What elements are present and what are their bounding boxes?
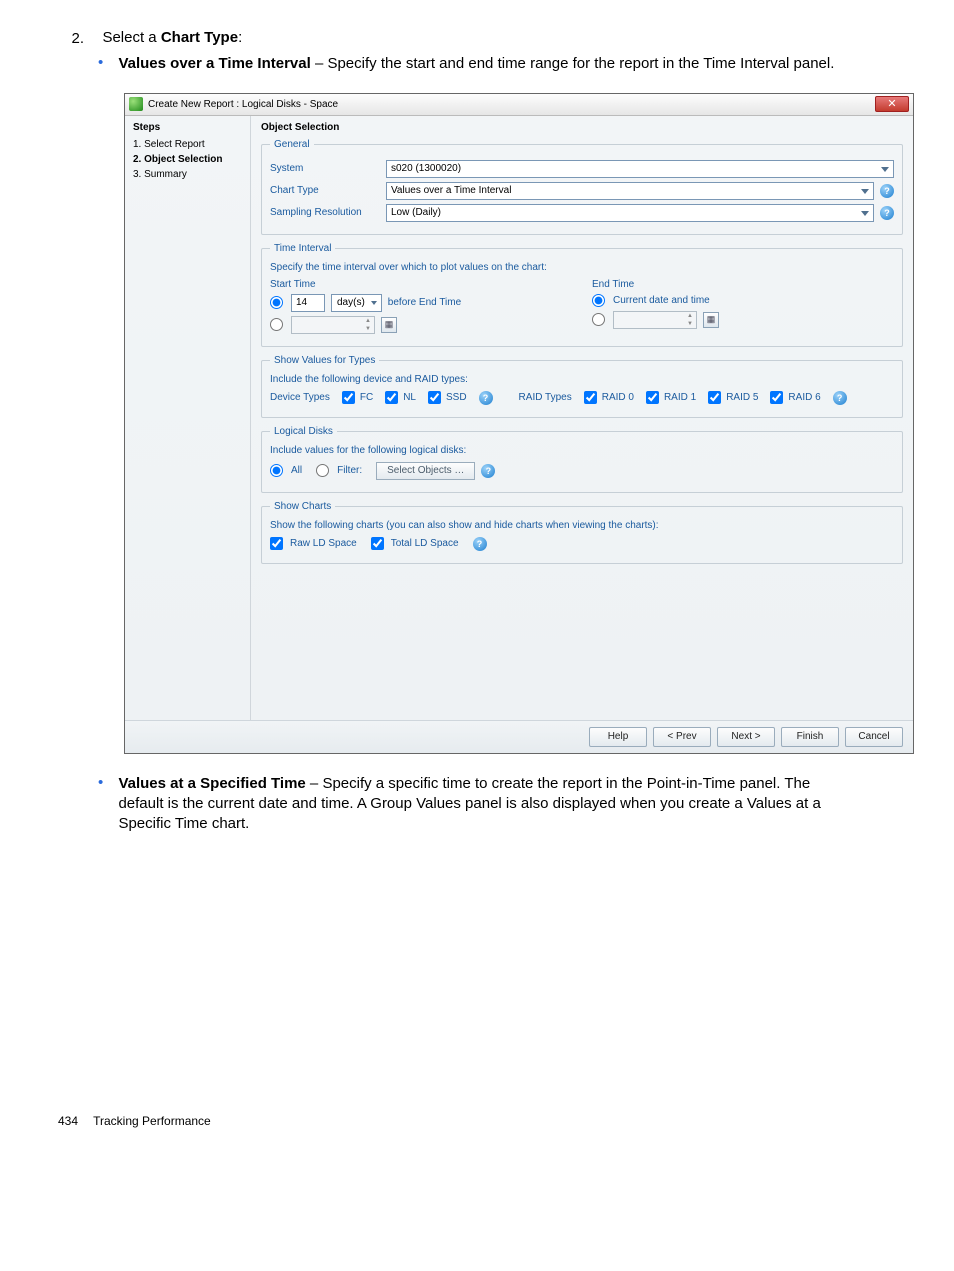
end-date-spinner[interactable]: ▲▼ [613, 311, 697, 329]
end-absolute-radio[interactable] [592, 313, 605, 326]
titlebar: Create New Report : Logical Disks - Spac… [125, 94, 913, 116]
bullet-text: Values over a Time Interval – Specify th… [118, 54, 838, 74]
logical-filter-radio[interactable] [316, 464, 329, 477]
panel-header: Object Selection [261, 122, 903, 133]
finish-button[interactable]: Finish [781, 727, 839, 747]
raid1-checkbox[interactable] [646, 391, 659, 404]
help-icon[interactable]: ? [481, 464, 495, 478]
start-time-label: Start Time [270, 279, 572, 290]
help-icon[interactable]: ? [833, 391, 847, 405]
wizard-step[interactable]: 3. Summary [133, 167, 242, 182]
logical-all-radio[interactable] [270, 464, 283, 477]
raid5-checkbox[interactable] [708, 391, 721, 404]
group-desc: Specify the time interval over which to … [270, 262, 894, 273]
chart-type-combo[interactable]: Values over a Time Interval [386, 182, 874, 200]
wizard-step[interactable]: 2. Object Selection [133, 152, 242, 167]
step-line: Select a Chart Type: [102, 28, 882, 48]
system-combo[interactable]: s020 (1300020) [386, 160, 894, 178]
raid-types-label: RAID Types [519, 392, 572, 403]
start-absolute-radio[interactable] [270, 318, 283, 331]
bullet-icon: • [98, 54, 114, 71]
end-current-radio[interactable] [592, 294, 605, 307]
group-general: General System s020 (1300020) Chart Type… [261, 139, 903, 235]
cancel-button[interactable]: Cancel [845, 727, 903, 747]
start-relative-radio[interactable] [270, 296, 283, 309]
group-legend: Show Charts [270, 501, 335, 512]
field-label: Chart Type [270, 185, 380, 196]
bullet-text: Values at a Specified Time – Specify a s… [118, 774, 838, 835]
section-title: Tracking Performance [93, 1114, 211, 1128]
group-legend: Logical Disks [270, 426, 337, 437]
raid6-checkbox[interactable] [770, 391, 783, 404]
field-label: System [270, 163, 380, 174]
calendar-icon[interactable]: ▦ [703, 312, 719, 328]
group-time-interval: Time Interval Specify the time interval … [261, 243, 903, 347]
total-ld-checkbox[interactable] [371, 537, 384, 550]
wizard-step[interactable]: 1. Select Report [133, 137, 242, 152]
group-desc: Show the following charts (you can also … [270, 520, 894, 531]
raw-ld-checkbox[interactable] [270, 537, 283, 550]
group-desc: Include values for the following logical… [270, 445, 894, 456]
step-number: 2. [58, 30, 84, 47]
help-button[interactable]: Help [589, 727, 647, 747]
help-icon[interactable]: ? [479, 391, 493, 405]
help-icon[interactable]: ? [880, 184, 894, 198]
group-types: Show Values for Types Include the follow… [261, 355, 903, 418]
bullet-icon: • [98, 774, 114, 791]
end-time-label: End Time [592, 279, 894, 290]
close-button[interactable]: ✕ [875, 96, 909, 112]
group-legend: General [270, 139, 314, 150]
group-show-charts: Show Charts Show the following charts (y… [261, 501, 903, 564]
raid0-checkbox[interactable] [584, 391, 597, 404]
device-types-label: Device Types [270, 392, 330, 403]
group-logical-disks: Logical Disks Include values for the fol… [261, 426, 903, 493]
steps-sidebar: Steps 1. Select Report 2. Object Selecti… [125, 116, 251, 720]
dialog-footer: Help < Prev Next > Finish Cancel [125, 720, 913, 753]
device-ssd-checkbox[interactable] [428, 391, 441, 404]
field-label: Sampling Resolution [270, 207, 380, 218]
before-end-label: before End Time [388, 297, 461, 308]
app-icon [129, 97, 143, 111]
window-title: Create New Report : Logical Disks - Spac… [148, 99, 875, 110]
group-legend: Time Interval [270, 243, 335, 254]
sampling-combo[interactable]: Low (Daily) [386, 204, 874, 222]
device-fc-checkbox[interactable] [342, 391, 355, 404]
next-button[interactable]: Next > [717, 727, 775, 747]
group-legend: Show Values for Types [270, 355, 379, 366]
start-date-spinner[interactable]: ▲▼ [291, 316, 375, 334]
days-input[interactable] [291, 294, 325, 312]
page-number: 434 [58, 1114, 90, 1128]
page-footer: 434 Tracking Performance [58, 1114, 896, 1128]
device-nl-checkbox[interactable] [385, 391, 398, 404]
help-icon[interactable]: ? [473, 537, 487, 551]
group-desc: Include the following device and RAID ty… [270, 374, 894, 385]
help-icon[interactable]: ? [880, 206, 894, 220]
prev-button[interactable]: < Prev [653, 727, 711, 747]
days-unit-combo[interactable]: day(s) [331, 294, 382, 312]
end-current-label: Current date and time [613, 295, 710, 306]
calendar-icon[interactable]: ▦ [381, 317, 397, 333]
select-objects-button[interactable]: Select Objects … [376, 462, 475, 480]
dialog-window: Create New Report : Logical Disks - Spac… [124, 93, 914, 754]
steps-header: Steps [133, 122, 242, 133]
